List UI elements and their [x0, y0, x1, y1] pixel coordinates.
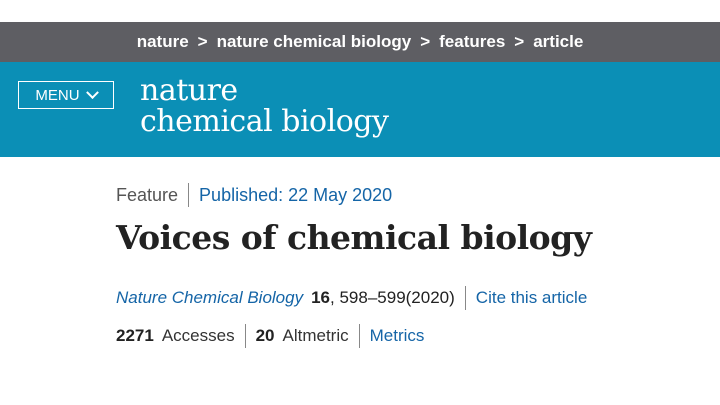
volume-number: 16 [311, 288, 331, 307]
logo-line-chemical-biology: chemical biology [140, 104, 389, 139]
breadcrumb-item-article: article [533, 32, 584, 51]
journal-logo[interactable]: nature chemical biology [140, 73, 389, 139]
menu-label: MENU [35, 86, 80, 104]
breadcrumb-bar: nature > nature chemical biology > featu… [0, 22, 720, 62]
logo-line-nature: nature [140, 73, 238, 108]
article-meta: Feature Published: 22 May 2020 [116, 183, 392, 207]
menu-button[interactable]: MENU [18, 81, 114, 109]
published-date[interactable]: Published: 22 May 2020 [199, 185, 392, 206]
page-range: , 598–599(2020) [330, 288, 455, 307]
breadcrumb: nature > nature chemical biology > featu… [137, 32, 584, 52]
article-type: Feature [116, 184, 179, 205]
divider [358, 324, 360, 348]
cite-this-article-link[interactable]: Cite this article [476, 288, 587, 308]
breadcrumb-item-nature[interactable]: nature [137, 32, 189, 52]
journal-link[interactable]: Nature Chemical Biology [116, 288, 303, 308]
article-title: Voices of chemical biology [116, 218, 592, 257]
breadcrumb-item-features[interactable]: features [439, 32, 505, 52]
chevron-down-icon [85, 85, 99, 99]
chevron-right-icon: > [420, 32, 431, 51]
divider [188, 183, 190, 207]
altmetric-count: 20 [255, 326, 275, 345]
accesses-label: Accesses [161, 326, 235, 345]
divider [244, 324, 246, 348]
breadcrumb-item-journal[interactable]: nature chemical biology [217, 32, 412, 52]
article-metrics: 2271 Accesses 20 Altmetric Metrics [116, 324, 424, 348]
citation-line: Nature Chemical Biology 16 , 598–599(202… [116, 286, 587, 310]
site-header: MENU nature chemical biology [0, 62, 720, 157]
altmetric-label: Altmetric [282, 326, 349, 345]
metrics-link[interactable]: Metrics [370, 326, 425, 346]
accesses-count: 2271 [116, 326, 154, 345]
chevron-right-icon: > [514, 32, 525, 51]
chevron-right-icon: > [197, 32, 208, 51]
divider [464, 286, 466, 310]
